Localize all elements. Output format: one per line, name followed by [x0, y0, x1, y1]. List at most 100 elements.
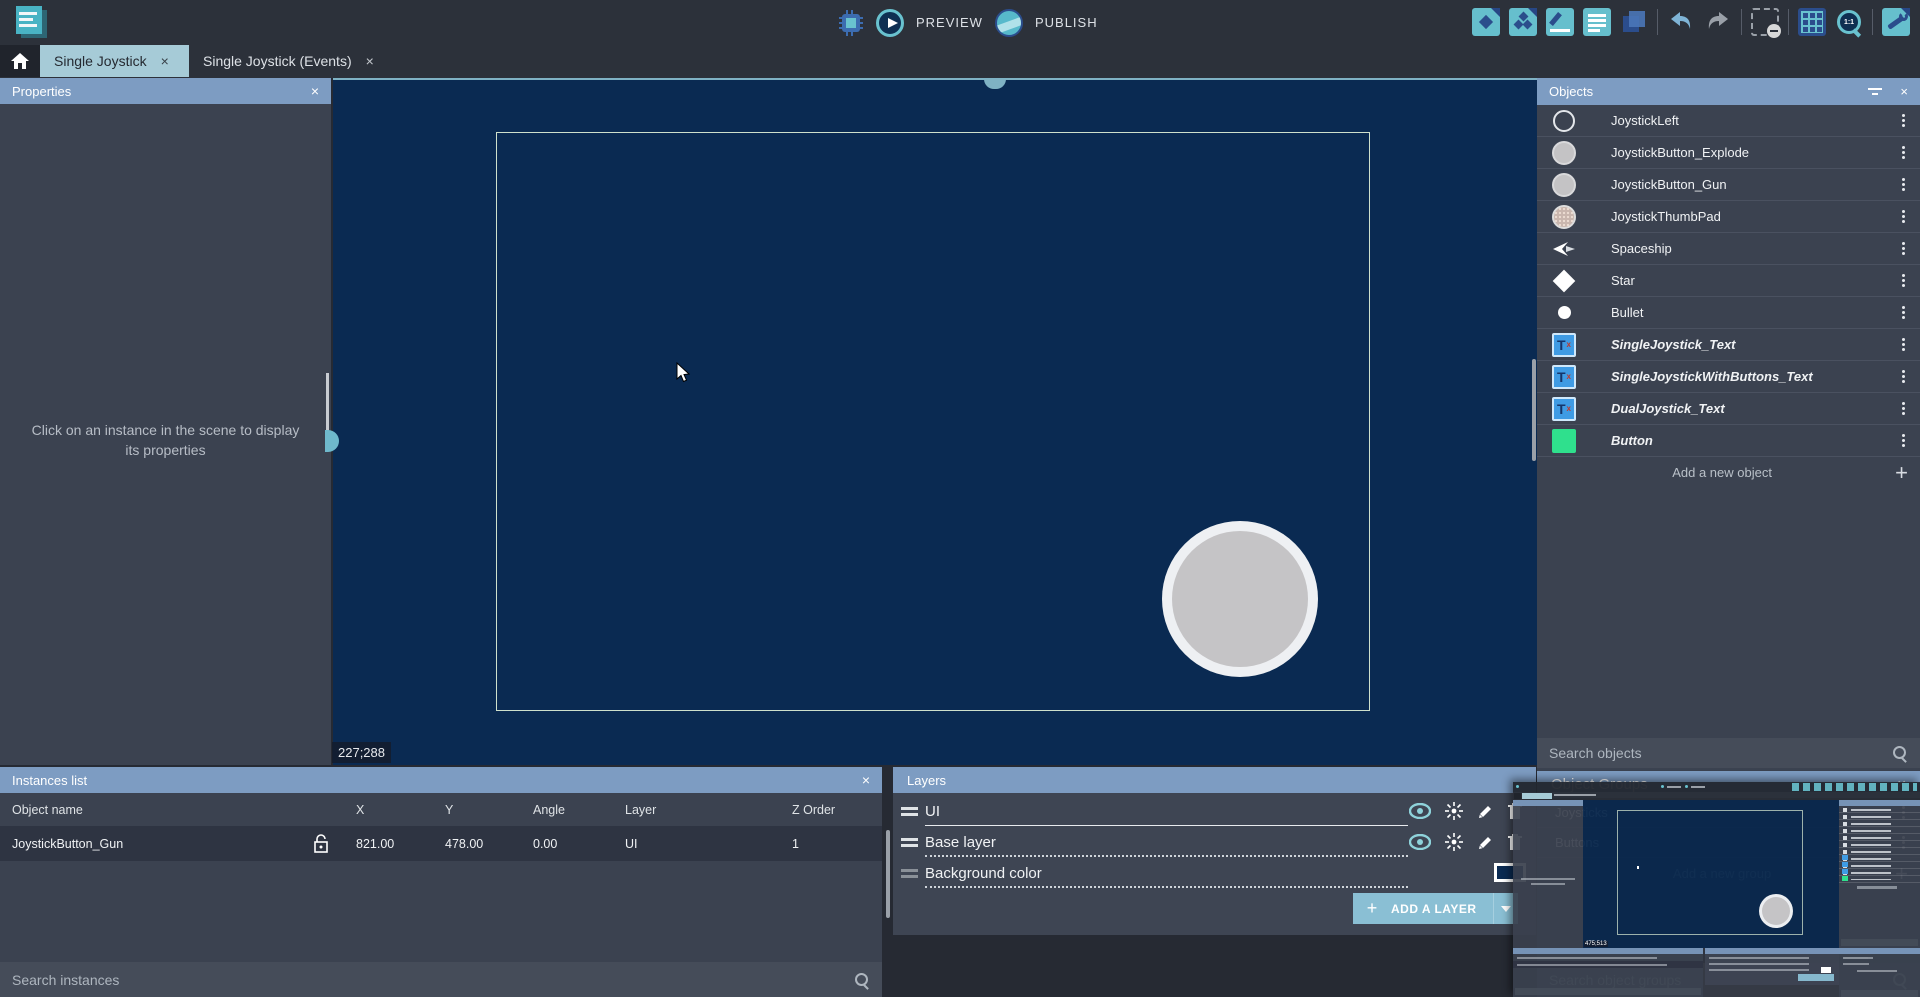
add-object-icon[interactable] [1472, 8, 1500, 36]
layer-row-base[interactable]: Base layer [893, 828, 1536, 859]
canvas-resize-handle[interactable] [984, 79, 1006, 89]
mini-gun-circle [1759, 894, 1793, 928]
close-icon[interactable]: × [161, 53, 169, 69]
canvas-scrollbar[interactable] [1532, 359, 1536, 461]
redo-icon[interactable] [1704, 8, 1732, 36]
edit-layer-pencil-icon[interactable] [1477, 803, 1494, 820]
add-objects-group-icon[interactable] [1509, 8, 1537, 36]
visibility-eye-icon[interactable] [1409, 834, 1431, 850]
grid-icon[interactable] [1798, 8, 1826, 36]
debugger-icon[interactable] [838, 10, 864, 36]
bullet-icon [1558, 306, 1571, 319]
object-row[interactable]: JoystickButton_Explode [1537, 137, 1920, 169]
mini-cursor [1637, 866, 1639, 869]
object-row[interactable]: JoystickThumbPad [1537, 201, 1920, 233]
debugger-tools-icon[interactable] [1882, 8, 1910, 36]
cursor-coordinates-label: 227;288 [332, 742, 391, 763]
mini-add-layer-button [1798, 974, 1834, 981]
mini-search-instances [1515, 988, 1701, 995]
search-objects-input[interactable]: Search objects [1537, 738, 1920, 768]
text-object-icon: Tx [1552, 333, 1576, 357]
drag-handle-icon[interactable] [901, 807, 918, 817]
mini-objects-panel [1839, 800, 1920, 948]
mini-canvas: 475;513 [1583, 800, 1839, 948]
row-menu-icon[interactable] [1896, 112, 1910, 129]
scene-properties-icon[interactable] [1583, 8, 1611, 36]
mini-instances-panel [1513, 948, 1703, 997]
row-menu-icon[interactable] [1896, 304, 1910, 321]
object-row[interactable]: Spaceship [1537, 233, 1920, 265]
object-row[interactable]: JoystickLeft [1537, 105, 1920, 137]
instances-list-panel: Instances list × Object name X Y Angle L… [0, 767, 882, 997]
mouse-cursor [676, 362, 694, 384]
instances-scrollbar[interactable] [886, 830, 890, 918]
search-instances-input[interactable]: Search instances [0, 962, 882, 997]
close-icon[interactable]: × [366, 53, 374, 69]
row-menu-icon[interactable] [1896, 240, 1910, 257]
canvas-top-divider [333, 78, 1537, 80]
publish-planet-icon[interactable] [995, 9, 1023, 37]
undo-icon[interactable] [1667, 8, 1695, 36]
circle-sprite-icon [1552, 141, 1576, 165]
scene-canvas[interactable]: 227;288 [333, 78, 1537, 765]
home-tab[interactable] [0, 45, 40, 77]
row-menu-icon[interactable] [1896, 208, 1910, 225]
filter-icon[interactable] [1868, 86, 1884, 98]
toolbar-icon-group: 1:1 [1472, 8, 1910, 36]
layers-title: Layers [907, 773, 946, 788]
screen-preview-overlay[interactable]: 475;513 [1513, 782, 1920, 997]
add-layer-button[interactable]: + ADD A LAYER [1353, 893, 1518, 924]
instances-column-headers: Object name X Y Angle Layer Z Order [0, 793, 882, 826]
zoom-1-1-icon[interactable]: 1:1 [1835, 8, 1863, 36]
object-row[interactable]: TxDualJoystick_Text [1537, 393, 1920, 425]
close-icon[interactable]: × [311, 83, 319, 99]
close-icon[interactable]: × [862, 772, 870, 788]
object-row[interactable]: TxSingleJoystickWithButtons_Text [1537, 361, 1920, 393]
tab-single-joystick[interactable]: Single Joystick × [40, 45, 189, 77]
add-new-object-row[interactable]: Add a new object + [1537, 457, 1920, 488]
object-row[interactable]: TxSingleJoystick_Text [1537, 329, 1920, 361]
row-menu-icon[interactable] [1896, 368, 1910, 385]
objects-title: Objects [1549, 84, 1593, 99]
preview-play-icon[interactable] [876, 9, 904, 37]
close-icon[interactable]: × [1900, 84, 1908, 99]
visibility-eye-icon[interactable] [1409, 803, 1431, 819]
object-row[interactable]: Star [1537, 265, 1920, 297]
search-icon [854, 972, 870, 988]
row-menu-icon[interactable] [1896, 144, 1910, 161]
circle-outline-icon [1553, 110, 1575, 132]
row-menu-icon[interactable] [1896, 336, 1910, 353]
text-object-icon: Tx [1552, 397, 1576, 421]
edit-layer-pencil-icon[interactable] [1477, 834, 1494, 851]
unlock-icon[interactable] [313, 834, 329, 853]
app-logo-icon[interactable] [16, 6, 48, 39]
publish-button[interactable]: PUBLISH [1035, 15, 1098, 30]
star-icon [1553, 269, 1576, 292]
layer-row-background-color[interactable]: Background color [893, 859, 1536, 890]
plus-icon[interactable]: + [1895, 463, 1908, 483]
tab-single-joystick-events[interactable]: Single Joystick (Events) × [189, 45, 393, 77]
preview-button[interactable]: PREVIEW [916, 15, 983, 30]
row-menu-icon[interactable] [1896, 432, 1910, 449]
object-row[interactable]: Bullet [1537, 297, 1920, 329]
joystickbutton-gun-instance[interactable] [1162, 521, 1318, 677]
edit-scene-icon[interactable] [1546, 8, 1574, 36]
layers-icon[interactable] [1620, 8, 1648, 36]
layer-row-ui[interactable]: UI [893, 797, 1536, 828]
properties-empty-message: Click on an instance in the scene to dis… [24, 420, 307, 460]
plus-icon: + [1353, 898, 1391, 919]
layer-effects-icon[interactable] [1445, 833, 1463, 851]
row-menu-icon[interactable] [1896, 272, 1910, 289]
objects-list: JoystickLeft JoystickButton_Explode Joys… [1537, 105, 1920, 457]
object-row[interactable]: JoystickButton_Gun [1537, 169, 1920, 201]
mini-object-groups-panel [1839, 948, 1920, 997]
instances-title: Instances list [12, 773, 87, 788]
layer-effects-icon[interactable] [1445, 802, 1463, 820]
instance-row[interactable]: JoystickButton_Gun 821.00 478.00 0.00 UI… [0, 826, 882, 861]
drag-handle-icon[interactable] [901, 838, 918, 848]
editor-tabstrip: Single Joystick × Single Joystick (Event… [0, 45, 1920, 78]
object-row[interactable]: Button [1537, 425, 1920, 457]
row-menu-icon[interactable] [1896, 400, 1910, 417]
deselect-all-icon[interactable] [1751, 8, 1779, 36]
row-menu-icon[interactable] [1896, 176, 1910, 193]
